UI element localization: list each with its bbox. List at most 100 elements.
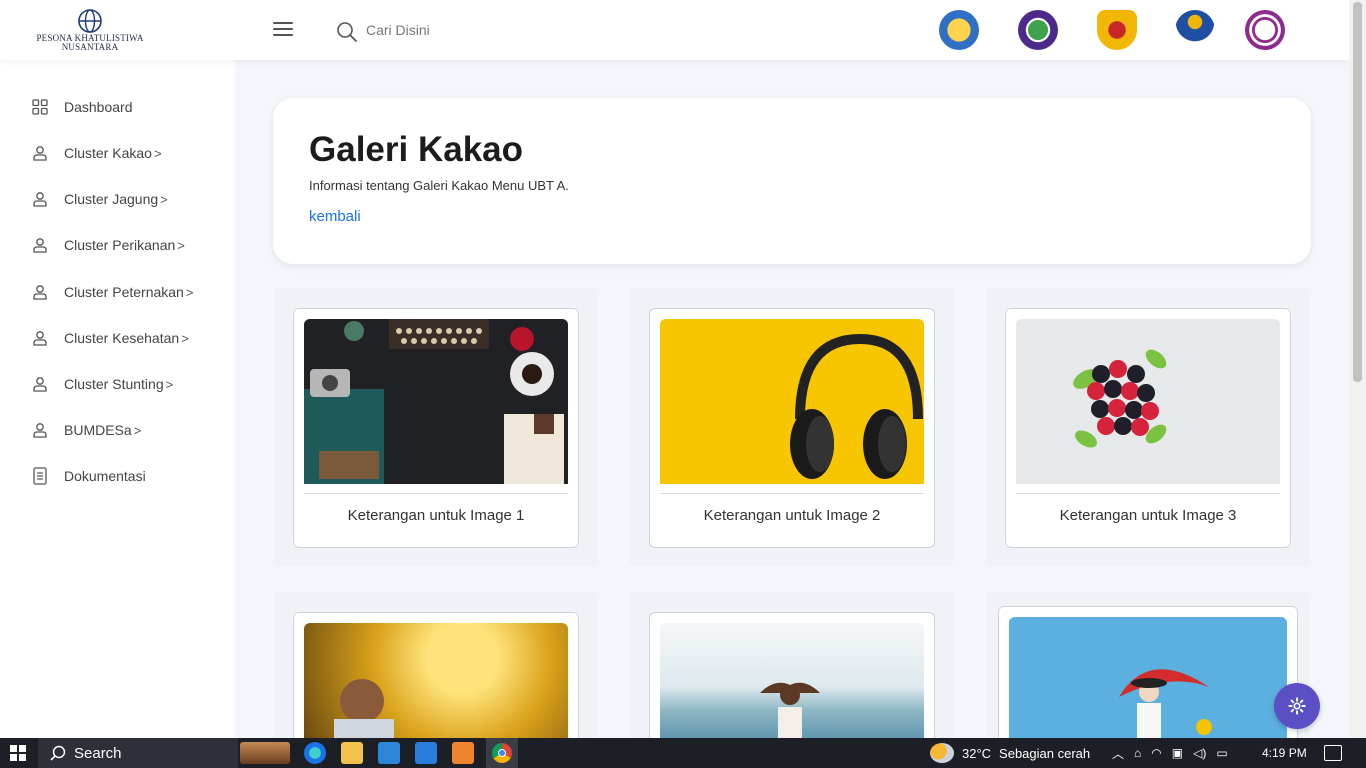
gallery-caption: Keterangan untuk Image 3 bbox=[1059, 507, 1237, 524]
chevron-right-icon: > bbox=[181, 330, 189, 346]
sidebar-item-label: Dokumentasi bbox=[64, 468, 146, 484]
user-icon bbox=[30, 328, 50, 348]
gallery-card[interactable]: Keterangan untuk Image 3 bbox=[1005, 308, 1291, 548]
sidebar-item-cluster-jagung[interactable]: Cluster Jagung > bbox=[30, 187, 168, 211]
search-highlight-image bbox=[240, 742, 290, 764]
weather-cloud-sun-icon bbox=[930, 743, 954, 763]
child-splash-photo bbox=[304, 623, 568, 739]
desk-typewriter-photo bbox=[304, 319, 568, 484]
user-icon bbox=[30, 235, 50, 255]
battery-icon[interactable]: ▭ bbox=[1216, 746, 1227, 760]
user-icon bbox=[30, 143, 50, 163]
sidebar-item-cluster-kakao[interactable]: Cluster Kakao > bbox=[30, 141, 162, 165]
pens-logo[interactable] bbox=[1175, 10, 1215, 50]
globe-icon bbox=[78, 9, 102, 33]
sidebar-item-cluster-kesehatan[interactable]: Cluster Kesehatan > bbox=[30, 326, 189, 350]
page-header-card: Galeri Kakao Informasi tentang Galeri Ka… bbox=[273, 98, 1311, 264]
chevron-right-icon: > bbox=[185, 284, 194, 300]
gallery-card[interactable]: Keterangan untuk Image 1 bbox=[293, 308, 579, 548]
red-umbrella-photo bbox=[1009, 617, 1287, 739]
windows-logo-icon bbox=[10, 745, 26, 761]
sidebar-item-label: Dashboard bbox=[64, 99, 133, 115]
vscode-icon[interactable] bbox=[415, 742, 437, 764]
user-icon bbox=[30, 374, 50, 394]
sidebar-item-dokumentasi[interactable]: Dokumentasi bbox=[30, 464, 146, 488]
file-explorer-icon[interactable] bbox=[341, 742, 363, 764]
back-link[interactable]: kembali bbox=[309, 208, 361, 225]
settings-fab-button[interactable] bbox=[1274, 683, 1320, 729]
wifi-icon[interactable]: ◠ bbox=[1151, 746, 1161, 760]
page-title: Galeri Kakao bbox=[309, 130, 523, 169]
unpad-logo[interactable] bbox=[1097, 10, 1137, 50]
site-logo[interactable]: PESONA KHATULISTIWA NUSANTARA bbox=[30, 8, 150, 54]
gallery-card[interactable] bbox=[293, 612, 579, 739]
logo-text-line2: NUSANTARA bbox=[61, 42, 119, 52]
partner-logos bbox=[939, 10, 1299, 50]
headphones-yellow-photo bbox=[660, 319, 924, 484]
taskbar-search-label: Search bbox=[74, 744, 122, 762]
search-bar[interactable] bbox=[336, 19, 636, 43]
sidebar-item-cluster-perikanan[interactable]: Cluster Perikanan > bbox=[30, 233, 185, 257]
top-header: PESONA KHATULISTIWA NUSANTARA bbox=[0, 0, 1349, 60]
card-divider bbox=[660, 493, 924, 494]
sidebar-item-label: Cluster Perikanan bbox=[64, 237, 176, 253]
sidebar-item-label: BUMDESa bbox=[64, 422, 132, 438]
sidebar: Dashboard Cluster Kakao > Cluster Jagung… bbox=[0, 60, 235, 738]
berries-photo bbox=[1016, 319, 1280, 484]
chrome-center bbox=[498, 749, 506, 757]
page-scrollbar[interactable] bbox=[1349, 0, 1366, 738]
sidebar-item-cluster-stunting[interactable]: Cluster Stunting > bbox=[30, 372, 173, 396]
sidebar-item-label: Cluster Peternakan bbox=[64, 284, 184, 300]
gallery-card[interactable]: Keterangan untuk Image 2 bbox=[649, 308, 935, 548]
notifications-icon[interactable] bbox=[1324, 745, 1342, 761]
gallery-card[interactable] bbox=[998, 606, 1298, 739]
sidebar-item-label: Cluster Kakao bbox=[64, 145, 152, 161]
chevron-right-icon: > bbox=[133, 422, 142, 438]
volume-icon[interactable]: ◁) bbox=[1193, 746, 1206, 760]
display-icon[interactable]: ▣ bbox=[1172, 746, 1183, 760]
search-icon bbox=[337, 22, 357, 42]
sidebar-item-bumdesa[interactable]: BUMDESa > bbox=[30, 418, 141, 442]
windows-start-button[interactable] bbox=[10, 745, 26, 766]
sidebar-item-cluster-peternakan[interactable]: Cluster Peternakan > bbox=[30, 280, 193, 304]
chevron-right-icon: > bbox=[153, 145, 162, 161]
chevron-up-icon[interactable]: ︿ bbox=[1112, 745, 1124, 762]
user-icon bbox=[30, 189, 50, 209]
girl-sea-photo bbox=[660, 623, 924, 739]
sidebar-item-label: Cluster Kesehatan bbox=[64, 330, 180, 346]
network-icon[interactable]: ⌂ bbox=[1134, 746, 1141, 760]
gallery-caption: Keterangan untuk Image 1 bbox=[347, 507, 525, 524]
taskbar-search[interactable]: Search bbox=[38, 738, 238, 768]
sidebar-item-label: Cluster Jagung bbox=[64, 191, 159, 207]
search-input[interactable] bbox=[366, 19, 626, 41]
scrollbar-thumb[interactable] bbox=[1353, 2, 1362, 382]
xampp-icon[interactable] bbox=[452, 742, 474, 764]
user-icon bbox=[30, 282, 50, 302]
menu-toggle-button[interactable] bbox=[273, 22, 293, 38]
chrome-active-slot[interactable] bbox=[486, 738, 518, 768]
card-divider bbox=[1016, 493, 1280, 494]
grid-icon bbox=[30, 97, 50, 117]
weather-temp: 32°C bbox=[962, 745, 992, 761]
clock[interactable]: 4:19 PM bbox=[1262, 746, 1307, 760]
edge-browser-icon[interactable] bbox=[304, 742, 326, 764]
kemdikbud-logo[interactable] bbox=[939, 10, 979, 50]
os-taskbar: Search 32°C Sebagian cerah ︿ ⌂ ◠ ▣ ◁) ▭ … bbox=[0, 738, 1366, 768]
university-seal-logo[interactable] bbox=[1245, 10, 1285, 50]
chevron-right-icon: > bbox=[177, 237, 185, 253]
search-icon bbox=[50, 745, 66, 761]
user-icon bbox=[30, 420, 50, 440]
chevron-right-icon: > bbox=[160, 191, 168, 207]
page-subtitle: Informasi tentang Galeri Kakao Menu UBT … bbox=[309, 178, 569, 193]
gallery-card[interactable] bbox=[649, 612, 935, 739]
weather-desc: Sebagian cerah bbox=[999, 745, 1091, 761]
document-icon bbox=[30, 466, 50, 486]
system-tray: ︿ ⌂ ◠ ▣ ◁) ▭ bbox=[1112, 738, 1228, 768]
mail-icon[interactable] bbox=[378, 742, 400, 764]
gear-icon bbox=[1288, 697, 1306, 715]
weather-widget[interactable]: 32°C Sebagian cerah bbox=[930, 738, 1090, 768]
ubt-logo[interactable] bbox=[1018, 10, 1058, 50]
sidebar-item-dashboard[interactable]: Dashboard bbox=[30, 95, 133, 119]
sidebar-item-label: Cluster Stunting bbox=[64, 376, 164, 392]
gallery-caption: Keterangan untuk Image 2 bbox=[703, 507, 881, 524]
